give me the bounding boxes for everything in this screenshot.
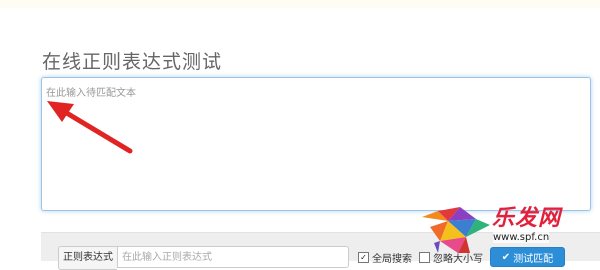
regex-label: 正则表达式 <box>58 246 117 270</box>
top-strip <box>0 0 600 8</box>
global-search-label: 全局搜索 <box>372 253 412 265</box>
page-title: 在线正则表达式测试 <box>42 51 223 73</box>
global-search-checkbox[interactable]: ✓ 全局搜索 <box>358 251 412 265</box>
match-text-input[interactable] <box>41 77 591 211</box>
watermark-brand: 乐发网 <box>492 206 562 231</box>
checkbox-checked-icon: ✓ <box>358 251 369 263</box>
regex-input-group: 正则表达式 <box>58 246 349 270</box>
regex-input[interactable] <box>117 246 349 268</box>
watermark-url: www.spf.cn <box>493 232 550 243</box>
